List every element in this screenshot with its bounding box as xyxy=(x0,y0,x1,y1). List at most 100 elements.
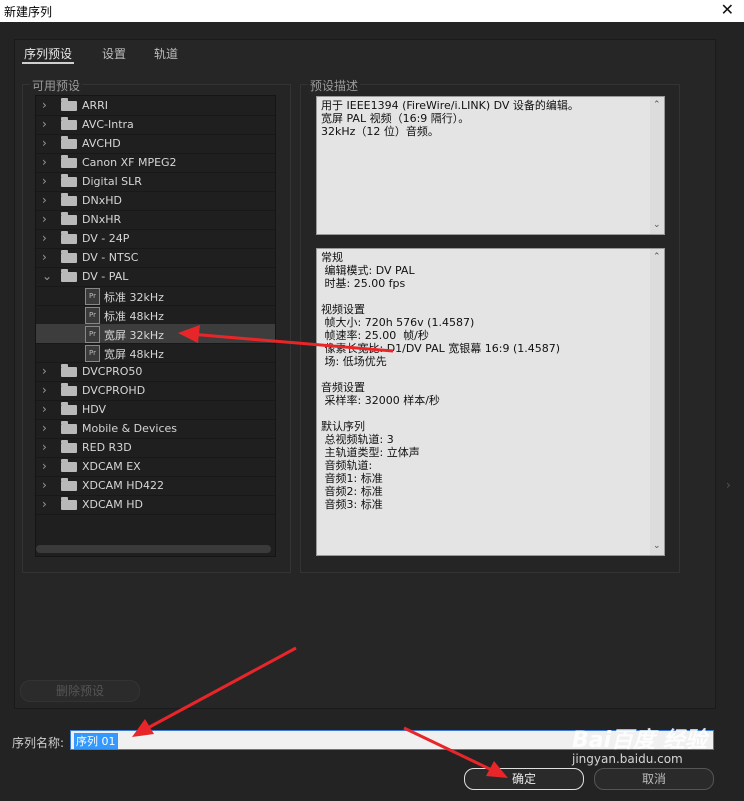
tree-folder-row[interactable]: › XDCAM HD xyxy=(36,495,275,515)
chevron-right-icon[interactable]: › xyxy=(42,250,47,264)
details-line: 主轨道类型: 立体声 xyxy=(321,446,420,459)
details-line xyxy=(317,368,647,381)
watermark-url: jingyan.baidu.com xyxy=(572,752,683,766)
tree-folder-row[interactable]: › Canon XF MPEG2 xyxy=(36,153,275,173)
description-scrollbar[interactable]: ⌃ ⌄ xyxy=(650,97,664,234)
tab-settings[interactable]: 设置 xyxy=(102,45,126,62)
premiere-preset-file-icon: Pr xyxy=(85,326,100,343)
tree-folder-row[interactable]: › XDCAM EX xyxy=(36,457,275,477)
tree-preset-row[interactable]: Pr 标准 32kHz xyxy=(36,286,275,306)
tree-item-label: 标准 32kHz xyxy=(104,291,164,304)
tree-folder-row[interactable]: › DV - 24P xyxy=(36,229,275,249)
description-line: 用于 IEEE1394 (FireWire/i.LINK) DV 设备的编辑。 xyxy=(321,99,579,112)
details-line: 默认序列 xyxy=(321,420,365,433)
details-scrollbar[interactable]: ⌃ ⌄ xyxy=(650,249,664,555)
scroll-up-icon[interactable]: ⌃ xyxy=(653,251,661,264)
chevron-right-icon[interactable]: › xyxy=(42,497,47,511)
chevron-right-icon[interactable]: › xyxy=(42,383,47,397)
tree-item-label: XDCAM EX xyxy=(82,460,141,473)
tree-folder-row[interactable]: › XDCAM HD422 xyxy=(36,476,275,496)
chevron-right-icon[interactable]: › xyxy=(42,440,47,454)
tree-folder-row[interactable]: › ARRI xyxy=(36,96,275,116)
tab-sequence-presets[interactable]: 序列预设 xyxy=(24,45,72,62)
tree-item-label: Canon XF MPEG2 xyxy=(82,156,177,169)
details-line: 像素长宽比: D1/DV PAL 宽银幕 16:9 (1.4587) xyxy=(321,342,561,355)
tree-folder-row[interactable]: › DVCPRO50 xyxy=(36,362,275,382)
tree-item-label: RED R3D xyxy=(82,441,132,454)
description-text-area[interactable]: 用于 IEEE1394 (FireWire/i.LINK) DV 设备的编辑。宽… xyxy=(316,96,665,235)
folder-icon xyxy=(61,269,77,282)
folder-icon xyxy=(61,364,77,377)
folder-icon xyxy=(61,421,77,434)
tree-folder-row[interactable]: › RED R3D xyxy=(36,438,275,458)
folder-icon xyxy=(61,136,77,149)
folder-icon xyxy=(61,497,77,510)
ok-button[interactable]: 确定 xyxy=(464,768,584,790)
close-icon[interactable]: ✕ xyxy=(721,0,734,19)
chevron-right-icon[interactable]: › xyxy=(42,231,47,245)
chevron-right-icon[interactable]: › xyxy=(42,459,47,473)
tree-folder-row[interactable]: › Digital SLR xyxy=(36,172,275,192)
scroll-down-icon[interactable]: ⌄ xyxy=(653,540,661,553)
details-line xyxy=(317,407,647,420)
tree-folder-row[interactable]: › AVCHD xyxy=(36,134,275,154)
tree-item-label: Digital SLR xyxy=(82,175,142,188)
folder-icon xyxy=(61,155,77,168)
tree-item-label: 标准 48kHz xyxy=(104,310,164,323)
cancel-button[interactable]: 取消 xyxy=(594,768,714,790)
watermark-brand: Bai百度 经验 xyxy=(572,728,707,753)
chevron-right-icon[interactable]: › xyxy=(42,364,47,378)
chevron-right-icon[interactable]: › xyxy=(42,478,47,492)
folder-icon xyxy=(61,117,77,130)
folder-icon xyxy=(61,383,77,396)
folder-icon xyxy=(61,459,77,472)
chevron-right-icon[interactable]: › xyxy=(42,402,47,416)
tree-folder-row[interactable]: › DNxHD xyxy=(36,191,275,211)
tree-item-label: DV - PAL xyxy=(82,270,129,283)
tree-folder-row[interactable]: › DV - NTSC xyxy=(36,248,275,268)
tree-preset-row[interactable]: Pr 宽屏 48kHz xyxy=(36,343,275,363)
folder-icon xyxy=(61,250,77,263)
tree-folder-row[interactable]: › DVCPROHD xyxy=(36,381,275,401)
tree-item-label: DVCPRO50 xyxy=(82,365,143,378)
chevron-right-icon[interactable]: › xyxy=(42,155,47,169)
details-line: 时基: 25.00 fps xyxy=(321,277,406,290)
folder-icon xyxy=(61,193,77,206)
folder-icon xyxy=(61,174,77,187)
chevron-down-icon[interactable]: ⌄ xyxy=(42,269,52,283)
chevron-right-icon[interactable]: › xyxy=(42,174,47,188)
tree-preset-row[interactable]: Pr 标准 48kHz xyxy=(36,305,275,325)
preset-tree[interactable]: › ARRI › AVC-Intra › AVCHD › Canon XF MPEG2 › Dig… xyxy=(35,95,276,557)
tree-preset-row[interactable]: Pr 宽屏 32kHz xyxy=(36,324,275,344)
tree-folder-row[interactable]: › HDV xyxy=(36,400,275,420)
tree-folder-row[interactable]: › DNxHR xyxy=(36,210,275,230)
tree-folder-row[interactable]: › Mobile & Devices xyxy=(36,419,275,439)
active-tab-underline xyxy=(22,62,74,64)
tree-folder-row[interactable]: › AVC-Intra xyxy=(36,115,275,135)
tree-item-label: AVC-Intra xyxy=(82,118,134,131)
tree-item-label: DV - 24P xyxy=(82,232,130,245)
tree-folder-row[interactable]: ⌄ DV - PAL xyxy=(36,267,275,287)
premiere-preset-file-icon: Pr xyxy=(85,307,100,324)
details-line: 场: 低场优先 xyxy=(321,355,387,368)
available-presets-label: 可用预设 xyxy=(30,77,83,94)
chevron-right-icon[interactable]: › xyxy=(42,98,47,112)
tab-tracks[interactable]: 轨道 xyxy=(154,45,178,62)
scroll-down-icon[interactable]: ⌄ xyxy=(653,219,661,232)
description-line: 宽屏 PAL 视频（16:9 隔行）。 xyxy=(321,112,470,125)
tree-item-label: HDV xyxy=(82,403,107,416)
details-line: 帧速率: 25.00 帧/秒 xyxy=(321,329,429,342)
chevron-right-icon[interactable]: › xyxy=(42,117,47,131)
details-text-area[interactable]: 常规 编辑模式: DV PAL 时基: 25.00 fps 视频设置 帧大小: 7… xyxy=(316,248,665,556)
tree-horizontal-scrollbar[interactable] xyxy=(36,545,271,553)
chevron-right-icon[interactable]: › xyxy=(42,212,47,226)
folder-icon xyxy=(61,478,77,491)
delete-preset-button[interactable]: 删除预设 xyxy=(20,680,140,702)
tree-item-label: 宽屏 48kHz xyxy=(104,348,164,361)
premiere-preset-file-icon: Pr xyxy=(85,345,100,362)
details-line: 音频设置 xyxy=(321,381,365,394)
scroll-up-icon[interactable]: ⌃ xyxy=(653,99,661,112)
chevron-right-icon[interactable]: › xyxy=(42,136,47,150)
chevron-right-icon[interactable]: › xyxy=(42,421,47,435)
chevron-right-icon[interactable]: › xyxy=(42,193,47,207)
